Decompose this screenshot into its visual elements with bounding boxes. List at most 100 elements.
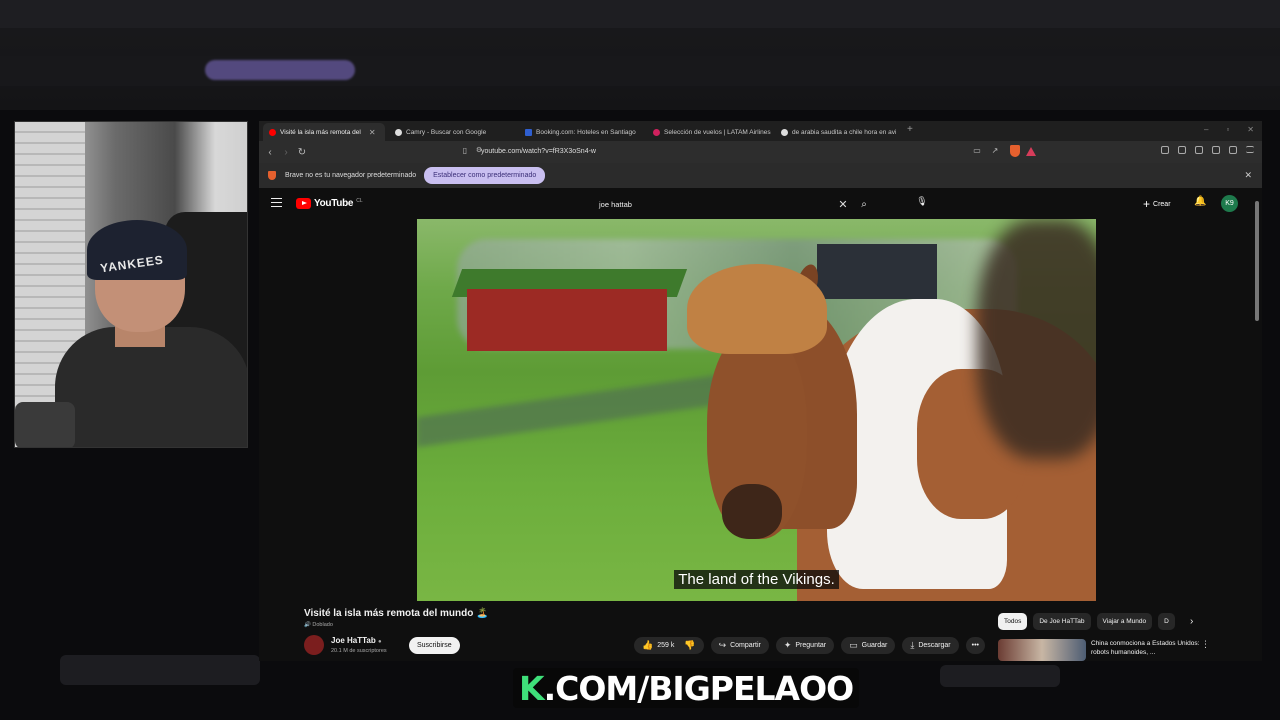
verified-icon: ● (377, 639, 382, 645)
youtube-logo[interactable]: YouTube CL (296, 198, 363, 209)
youtube-play-icon (296, 198, 311, 209)
video-dark-house (817, 244, 937, 299)
voice-search-icon[interactable]: 🎙 (915, 196, 929, 210)
recommendation-menu-icon[interactable]: ⋮ (1201, 639, 1210, 650)
video-blurred-horse (977, 219, 1096, 459)
page-scrollbar[interactable] (1255, 201, 1259, 321)
search-icon[interactable]: ⌕ (853, 199, 875, 210)
more-actions-button[interactable]: ••• (965, 637, 985, 654)
brave-shields-icon[interactable] (1010, 145, 1020, 157)
hamburger-menu-icon[interactable] (271, 198, 282, 207)
new-tab-icon[interactable]: + (907, 124, 913, 135)
subtitle-text: The land of the Vikings. (674, 570, 839, 589)
related-chips: Todos De Joe HaTTab Viajar a Mundo D (998, 613, 1175, 630)
vpn-icon[interactable] (1229, 146, 1237, 154)
latam-favicon-icon (653, 128, 660, 136)
region-code: CL (356, 197, 363, 204)
close-window-icon[interactable]: ✕ (1247, 125, 1254, 134)
extensions-icon[interactable] (1161, 146, 1169, 154)
webcam-feed: YANKEES (14, 121, 248, 448)
video-actions: 👍 259 k 👎 ↪ Compartir ✦ Preguntar ▭ Guardar… (634, 637, 985, 654)
reload-icon[interactable]: ↻ (294, 147, 310, 158)
chip-all[interactable]: Todos (998, 613, 1028, 630)
tab-title: de arabia saudita a chile hora en avi (792, 128, 897, 136)
chip-from-channel[interactable]: De Joe HaTTab (1033, 613, 1091, 630)
dislike-icon[interactable]: 👎 (684, 640, 695, 651)
account-avatar[interactable]: K9 (1221, 195, 1238, 212)
channel-avatar[interactable] (304, 635, 324, 655)
search-input[interactable]: joe hattab (593, 200, 833, 209)
close-tab-icon[interactable]: ✕ (369, 128, 376, 137)
infobar-message: Brave no es tu navegador predeterminado (285, 172, 417, 179)
overlay-text: .COM/BIGPELAOO (543, 668, 855, 708)
youtube-header: YouTube CL joe hattab ✕ ⌕ 🎙 + Crear 🔔 K9 (259, 188, 1262, 219)
share-label: Compartir (730, 642, 761, 649)
tab-youtube[interactable]: Visité la isla más remota del ✕ (263, 123, 385, 141)
notifications-icon[interactable]: 🔔 (1194, 196, 1206, 207)
set-default-button[interactable]: Establecer como predeterminado (424, 167, 546, 184)
download-icon: ⤓ (910, 640, 915, 650)
tab-search[interactable]: de arabia saudita a chile hora en avi (775, 123, 899, 141)
video-subtitle: The land of the Vikings. (417, 570, 1096, 589)
save-button[interactable]: ▭ Guardar (841, 637, 896, 654)
recommendation-title[interactable]: China conmociona a Estados Unidos: robot… (1091, 639, 1201, 657)
video-horse-muzzle (722, 484, 782, 539)
video-player[interactable]: The land of the Vikings. (417, 219, 1096, 601)
create-button[interactable]: + Crear (1143, 197, 1171, 211)
tab-title: Booking.com: Hoteles en Santiago (536, 128, 636, 136)
like-count: 259 k (657, 642, 675, 649)
dubbed-label: Doblado (312, 622, 333, 628)
chip-travel[interactable]: Viajar a Mundo (1096, 613, 1153, 630)
cast-icon[interactable]: ▭ (969, 146, 985, 155)
share-arrow-icon: ↪ (718, 640, 727, 650)
channel-name-text: Joe HaTTab (331, 636, 376, 645)
back-icon[interactable]: ‹ (262, 147, 278, 158)
like-icon[interactable]: 👍 (642, 640, 653, 651)
dubbed-badge: 🔊 Doblado (304, 622, 333, 628)
window-controls: – ▫ ✕ (1204, 125, 1254, 134)
like-dislike-button[interactable]: 👍 259 k 👎 (634, 637, 704, 654)
close-infobar-icon[interactable]: ✕ (1244, 170, 1252, 181)
channel-name[interactable]: Joe HaTTab ● (331, 636, 382, 645)
recommendation-thumbnail[interactable] (998, 639, 1086, 661)
ask-button[interactable]: ✦ Preguntar (775, 637, 835, 654)
menu-icon[interactable] (1246, 146, 1254, 153)
video-details: Visité la isla más remota del mundo 🏝️ 🔊… (259, 601, 1262, 661)
save-label: Guardar (861, 642, 888, 649)
clear-search-icon[interactable]: ✕ (833, 198, 853, 211)
tab-title: Visité la isla más remota del (280, 128, 361, 136)
chip-truncated[interactable]: D (1158, 613, 1175, 630)
overlay-k: K (519, 668, 545, 708)
share-button[interactable]: ↪ Compartir (710, 637, 769, 654)
address-bar[interactable]: youtube.com/watch?v=fR3X3oSn4-w (481, 144, 596, 160)
tab-booking[interactable]: Booking.com: Hoteles en Santiago (519, 123, 641, 141)
leo-icon[interactable] (1212, 146, 1220, 154)
download-button[interactable]: ⤓ Descargar (902, 637, 959, 654)
minimize-icon[interactable]: – (1204, 125, 1208, 134)
sidebar-icon[interactable] (1178, 146, 1186, 154)
brave-rewards-icon[interactable] (1026, 147, 1036, 156)
subscriber-count: 20.1 M de suscriptores (331, 648, 387, 654)
tab-latam[interactable]: Selección de vuelos | LATAM Airlines (647, 123, 771, 141)
chevron-right-icon[interactable]: › (1190, 616, 1193, 627)
background-blurred-bookmarks (0, 56, 1280, 86)
share-icon[interactable]: ↗ (987, 146, 1003, 155)
wallet-icon[interactable] (1195, 146, 1203, 154)
create-label: Crear (1153, 200, 1171, 208)
youtube-wordmark: YouTube (314, 198, 354, 209)
forward-icon[interactable]: › (278, 147, 294, 158)
subscribe-button[interactable]: Suscribirse (409, 637, 460, 654)
video-red-house (467, 289, 667, 351)
background-blurred-pill (205, 60, 355, 80)
tab-title: Selección de vuelos | LATAM Airlines (664, 128, 771, 136)
video-horse-mane (687, 264, 827, 354)
download-label: Descargar (918, 642, 951, 649)
tab-title: Camry - Buscar con Google (406, 128, 487, 136)
more-icon: ••• (971, 642, 979, 649)
background-blurred-chip (60, 655, 260, 685)
video-title: Visité la isla más remota del mundo 🏝️ (304, 608, 489, 619)
save-icon: ▭ (849, 640, 858, 650)
tab-google[interactable]: Camry - Buscar con Google (389, 123, 513, 141)
maximize-icon[interactable]: ▫ (1226, 125, 1229, 134)
tab-strip: Visité la isla más remota del ✕ Camry - … (259, 121, 1262, 141)
